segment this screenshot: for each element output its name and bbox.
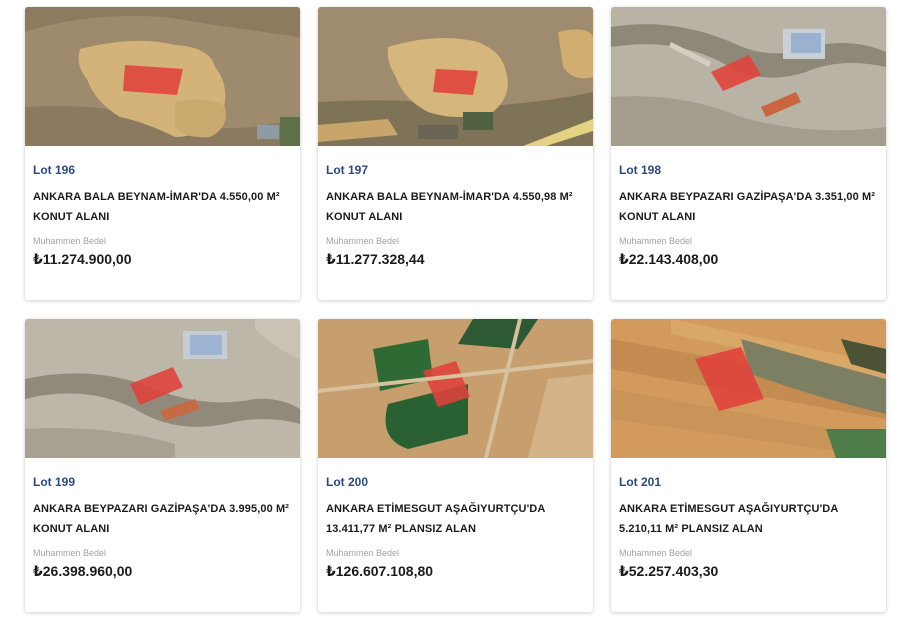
lot-card[interactable]: Lot 200 ANKARA ETİMESGUT AŞAĞIYURTÇU'DA … [318, 319, 593, 612]
estimated-price-label: Muhammen Bedel [619, 548, 693, 558]
lot-title-line: KONUT ALANI [33, 211, 110, 223]
lot-number: Lot 199 [33, 475, 76, 489]
estimated-price: ₺126.607.108,80 [326, 563, 434, 579]
lot-number: Lot 197 [326, 163, 369, 177]
lot-card[interactable]: Lot 198 ANKARA BEYPAZARI GAZİPAŞA'DA 3.3… [611, 7, 886, 300]
lot-title[interactable]: ANKARA BALA BEYNAM-İMAR'DA 4.550,00 M² K… [33, 187, 292, 227]
satellite-land-image[interactable] [318, 319, 593, 458]
lot-title-line: 13.411,77 M² PLANSIZ ALAN [326, 523, 477, 535]
lot-title[interactable]: ANKARA BEYPAZARI GAZİPAŞA'DA 3.351,00 M²… [619, 187, 878, 227]
satellite-land-image[interactable] [611, 7, 886, 146]
lot-number: Lot 200 [326, 475, 369, 489]
satellite-land-image[interactable] [611, 319, 886, 458]
estimated-price: ₺22.143.408,00 [619, 251, 719, 267]
estimated-price-label: Muhammen Bedel [33, 548, 107, 558]
lot-title-line: 5.210,11 M² PLANSIZ ALAN [619, 523, 763, 535]
estimated-price-label: Muhammen Bedel [326, 236, 400, 246]
lot-number: Lot 201 [619, 475, 662, 489]
estimated-price-label: Muhammen Bedel [619, 236, 693, 246]
satellite-land-image[interactable] [25, 319, 300, 458]
lot-title-line: KONUT ALANI [619, 211, 696, 223]
lot-number: Lot 196 [33, 163, 76, 177]
lot-title-line: ANKARA BALA BEYNAM-İMAR'DA 4.550,00 M² [33, 191, 280, 203]
satellite-land-image[interactable] [25, 7, 300, 146]
lot-card[interactable]: Lot 196 ANKARA BALA BEYNAM-İMAR'DA 4.550… [25, 7, 300, 300]
lot-title-line: ANKARA BEYPAZARI GAZİPAŞA'DA 3.995,00 M² [33, 503, 289, 515]
lot-card[interactable]: Lot 199 ANKARA BEYPAZARI GAZİPAŞA'DA 3.9… [25, 319, 300, 612]
lot-title[interactable]: ANKARA BEYPAZARI GAZİPAŞA'DA 3.995,00 M²… [33, 499, 292, 539]
estimated-price-label: Muhammen Bedel [326, 548, 400, 558]
lot-title[interactable]: ANKARA BALA BEYNAM-İMAR'DA 4.550,98 M² K… [326, 187, 585, 227]
estimated-price: ₺52.257.403,30 [619, 563, 719, 579]
lot-title-line: ANKARA BEYPAZARI GAZİPAŞA'DA 3.351,00 M² [619, 191, 875, 203]
lot-title[interactable]: ANKARA ETİMESGUT AŞAĞIYURTÇU'DA 13.411,7… [326, 499, 585, 539]
lot-title[interactable]: ANKARA ETİMESGUT AŞAĞIYURTÇU'DA 5.210,11… [619, 499, 878, 539]
lot-card[interactable]: Lot 201 ANKARA ETİMESGUT AŞAĞIYURTÇU'DA … [611, 319, 886, 612]
lot-title-line: ANKARA BALA BEYNAM-İMAR'DA 4.550,98 M² [326, 191, 573, 203]
estimated-price-label: Muhammen Bedel [33, 236, 107, 246]
lot-title-line: KONUT ALANI [326, 211, 403, 223]
lot-grid: Lot 196 ANKARA BALA BEYNAM-İMAR'DA 4.550… [0, 0, 900, 626]
lot-number: Lot 198 [619, 163, 662, 177]
lot-title-line: ANKARA ETİMESGUT AŞAĞIYURTÇU'DA [326, 503, 546, 515]
estimated-price: ₺11.277.328,44 [326, 251, 425, 267]
lot-title-line: ANKARA ETİMESGUT AŞAĞIYURTÇU'DA [619, 503, 839, 515]
estimated-price: ₺26.398.960,00 [33, 563, 133, 579]
lot-title-line: KONUT ALANI [33, 523, 110, 535]
estimated-price: ₺11.274.900,00 [33, 251, 132, 267]
lot-card[interactable]: Lot 197 ANKARA BALA BEYNAM-İMAR'DA 4.550… [318, 7, 593, 300]
satellite-land-image[interactable] [318, 7, 593, 146]
